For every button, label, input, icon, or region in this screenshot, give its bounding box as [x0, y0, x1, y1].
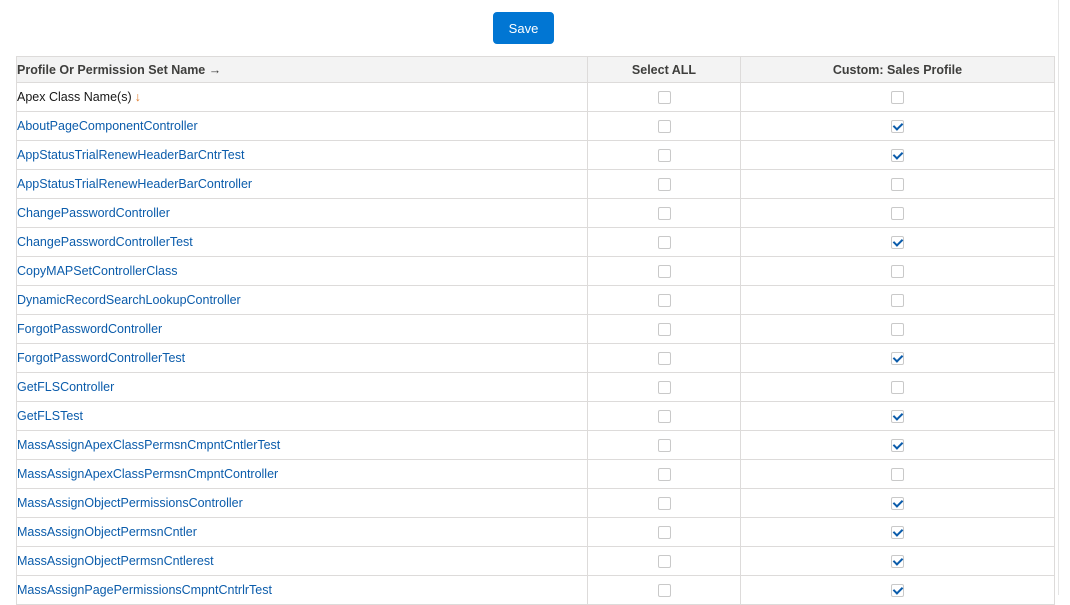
row-select-all-checkbox[interactable] [657, 555, 671, 569]
page-divider [1058, 0, 1059, 595]
sort-down-arrow-icon[interactable]: ↓ [135, 90, 141, 104]
apex-class-link[interactable]: GetFLSTest [17, 409, 83, 423]
row-select-all-checkbox[interactable] [657, 323, 671, 337]
row-select-all-checkbox[interactable] [657, 526, 671, 540]
apex-class-name-cell: CopyMAPSetControllerClass [16, 256, 588, 286]
row-select-all-checkbox[interactable] [657, 410, 671, 424]
apex-class-link[interactable]: DynamicRecordSearchLookupController [17, 293, 241, 307]
apex-class-name-cell: GetFLSTest [16, 401, 588, 431]
row-profile-access-checkbox[interactable] [891, 497, 904, 511]
apex-class-name-cell: MassAssignObjectPermsnCntlerest [16, 546, 588, 576]
row-profile-access-checkbox[interactable] [891, 120, 904, 134]
row-select-all-checkbox[interactable] [657, 584, 671, 598]
apex-class-name-cell: MassAssignPagePermissionsCmpntCntrlrTest [16, 575, 588, 605]
apex-class-name-cell: MassAssignApexClassPermsnCmpntController [16, 459, 588, 489]
row-profile-access-checkbox[interactable] [891, 149, 904, 163]
row-select-all-checkbox[interactable] [657, 497, 671, 511]
apex-class-name-cell: ChangePasswordControllerTest [16, 227, 588, 257]
row-profile-access-checkbox[interactable] [891, 468, 904, 482]
select-all-profile-checkbox[interactable] [891, 91, 904, 105]
row-profile-access-checkbox[interactable] [891, 439, 904, 453]
row-profile-access-checkbox[interactable] [891, 265, 904, 279]
row-profile-access-checkbox[interactable] [891, 352, 904, 366]
apex-class-link[interactable]: ChangePasswordController [17, 206, 170, 220]
row-select-all-checkbox[interactable] [657, 352, 671, 366]
apex-class-names-label: Apex Class Name(s) [17, 90, 132, 104]
apex-class-name-cell: AppStatusTrialRenewHeaderBarCntrTest [16, 140, 588, 170]
row-select-all-checkbox[interactable] [657, 468, 671, 482]
table-row: DynamicRecordSearchLookupController [16, 285, 1055, 315]
apex-class-link[interactable]: MassAssignApexClassPermsnCmpntCntlerTest [17, 438, 280, 452]
apex-class-name-cell: MassAssignApexClassPermsnCmpntCntlerTest [16, 430, 588, 460]
table-row: CopyMAPSetControllerClass [16, 256, 1055, 286]
row-select-all-checkbox[interactable] [657, 265, 671, 279]
apex-class-link[interactable]: MassAssignObjectPermissionsController [17, 496, 243, 510]
apex-class-name-cell: DynamicRecordSearchLookupController [16, 285, 588, 315]
header-custom-sales-profile[interactable]: Custom: Sales Profile [740, 56, 1055, 83]
table-row: MassAssignObjectPermsnCntlerest [16, 546, 1055, 576]
select-all-column-checkbox[interactable] [657, 91, 671, 105]
table-row: AppStatusTrialRenewHeaderBarCntrTest [16, 140, 1055, 170]
apex-class-link[interactable]: MassAssignApexClassPermsnCmpntController [17, 467, 278, 481]
apex-class-name-cell: MassAssignObjectPermsnCntler [16, 517, 588, 547]
apex-class-name-cell: MassAssignObjectPermissionsController [16, 488, 588, 518]
table-row: MassAssignObjectPermsnCntler [16, 517, 1055, 547]
row-profile-access-checkbox[interactable] [891, 207, 904, 221]
apex-class-link[interactable]: AppStatusTrialRenewHeaderBarController [17, 177, 252, 191]
apex-class-name-cell: GetFLSController [16, 372, 588, 402]
apex-class-link[interactable]: ForgotPasswordController [17, 322, 162, 336]
table-row: ChangePasswordController [16, 198, 1055, 228]
apex-class-link[interactable]: AboutPageComponentController [17, 119, 198, 133]
table-row: GetFLSTest [16, 401, 1055, 431]
header-select-all: Select ALL [587, 56, 741, 83]
row-select-all-checkbox[interactable] [657, 439, 671, 453]
apex-class-subheader-row: Apex Class Name(s) ↓ [16, 82, 1055, 112]
row-select-all-checkbox[interactable] [657, 236, 671, 250]
table-row: ForgotPasswordControllerTest [16, 343, 1055, 373]
row-profile-access-checkbox[interactable] [891, 584, 904, 598]
row-profile-access-checkbox[interactable] [891, 410, 904, 424]
apex-class-link[interactable]: ForgotPasswordControllerTest [17, 351, 185, 365]
row-profile-access-checkbox[interactable] [891, 381, 904, 395]
table-row: ForgotPasswordController [16, 314, 1055, 344]
apex-class-link[interactable]: ChangePasswordControllerTest [17, 235, 193, 249]
row-select-all-checkbox[interactable] [657, 207, 671, 221]
apex-class-name-cell: AboutPageComponentController [16, 111, 588, 141]
table-row: MassAssignObjectPermissionsController [16, 488, 1055, 518]
row-profile-access-checkbox[interactable] [891, 236, 904, 250]
row-profile-access-checkbox[interactable] [891, 555, 904, 569]
row-select-all-checkbox[interactable] [657, 149, 671, 163]
row-select-all-checkbox[interactable] [657, 120, 671, 134]
table-row: MassAssignApexClassPermsnCmpntController [16, 459, 1055, 489]
row-select-all-checkbox[interactable] [657, 381, 671, 395]
apex-class-name-cell: ChangePasswordController [16, 198, 588, 228]
table-row: AboutPageComponentController [16, 111, 1055, 141]
row-profile-access-checkbox[interactable] [891, 294, 904, 308]
apex-class-names-label-cell: Apex Class Name(s) ↓ [16, 82, 588, 112]
table-header-row: Profile Or Permission Set Name → Select … [16, 56, 1055, 83]
header-profile-or-permission-set-name: Profile Or Permission Set Name → [16, 56, 588, 83]
row-profile-access-checkbox[interactable] [891, 178, 904, 192]
permissions-table: Profile Or Permission Set Name → Select … [16, 56, 1055, 605]
row-select-all-checkbox[interactable] [657, 178, 671, 192]
save-button[interactable]: Save [493, 12, 554, 44]
row-profile-access-checkbox[interactable] [891, 526, 904, 540]
apex-class-link[interactable]: CopyMAPSetControllerClass [17, 264, 177, 278]
apex-class-link[interactable]: MassAssignObjectPermsnCntler [17, 525, 197, 539]
table-row: MassAssignApexClassPermsnCmpntCntlerTest [16, 430, 1055, 460]
table-row: MassAssignPagePermissionsCmpntCntrlrTest [16, 575, 1055, 605]
apex-class-link[interactable]: AppStatusTrialRenewHeaderBarCntrTest [17, 148, 244, 162]
apex-class-name-cell: AppStatusTrialRenewHeaderBarController [16, 169, 588, 199]
row-select-all-checkbox[interactable] [657, 294, 671, 308]
apex-class-name-cell: ForgotPasswordControllerTest [16, 343, 588, 373]
apex-class-name-cell: ForgotPasswordController [16, 314, 588, 344]
apex-class-link[interactable]: MassAssignObjectPermsnCntlerest [17, 554, 214, 568]
table-row: ChangePasswordControllerTest [16, 227, 1055, 257]
row-profile-access-checkbox[interactable] [891, 323, 904, 337]
table-row: GetFLSController [16, 372, 1055, 402]
apex-class-link[interactable]: GetFLSController [17, 380, 114, 394]
table-row: AppStatusTrialRenewHeaderBarController [16, 169, 1055, 199]
